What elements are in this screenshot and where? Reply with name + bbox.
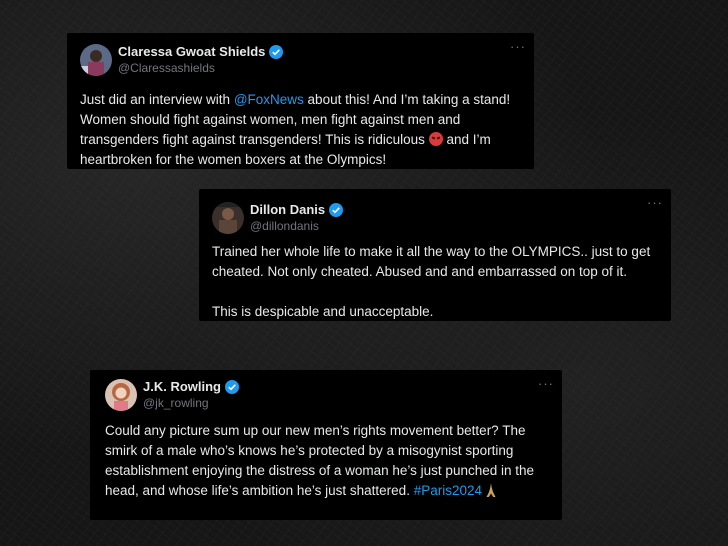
verified-badge-icon [329,202,344,217]
author-handle[interactable]: @dillondanis [250,219,319,233]
tweet-text: Could any picture sum up our new men’s r… [105,421,557,501]
tweet-paragraph: This is despicable and unacceptable. [212,304,434,319]
verified-badge-icon [225,379,239,394]
author-name[interactable]: Claressa Gwoat Shields [118,44,265,59]
mention-link[interactable]: @FoxNews [234,92,304,107]
tweet-card-claressa[interactable]: Claressa Gwoat Shields @Claressashields … [67,33,534,169]
author-handle[interactable]: @jk_rowling [143,396,209,410]
tweet-card-jk-rowling[interactable]: J.K. Rowling @jk_rowling ··· Could any p… [90,370,562,520]
eiffel-tower-icon [486,481,496,501]
tweet-card-dillon[interactable]: Dillon Danis @dillondanis ··· Trained he… [199,189,671,321]
hashtag-link[interactable]: #Paris2024 [414,483,482,498]
tweet-text-part: Just did an interview with [80,92,234,107]
author-row: Dillon Danis [250,202,344,217]
author-row: Claressa Gwoat Shields [118,44,284,59]
author-name[interactable]: Dillon Danis [250,202,325,217]
more-options-icon[interactable]: ··· [647,195,663,210]
tweet-text: Trained her whole life to make it all th… [212,242,667,322]
author-handle[interactable]: @Claressashields [118,61,215,75]
tweet-paragraph: Trained her whole life to make it all th… [212,244,651,279]
author-name[interactable]: J.K. Rowling [143,379,221,394]
tweet-text: Just did an interview with @FoxNews abou… [80,90,530,170]
avatar[interactable] [105,379,137,411]
verified-badge-icon [269,44,284,59]
avatar[interactable] [80,44,112,76]
avatar[interactable] [212,202,244,234]
more-options-icon[interactable]: ··· [538,376,554,391]
angry-face-icon [428,132,443,146]
more-options-icon[interactable]: ··· [510,39,526,54]
author-row: J.K. Rowling [143,379,239,394]
